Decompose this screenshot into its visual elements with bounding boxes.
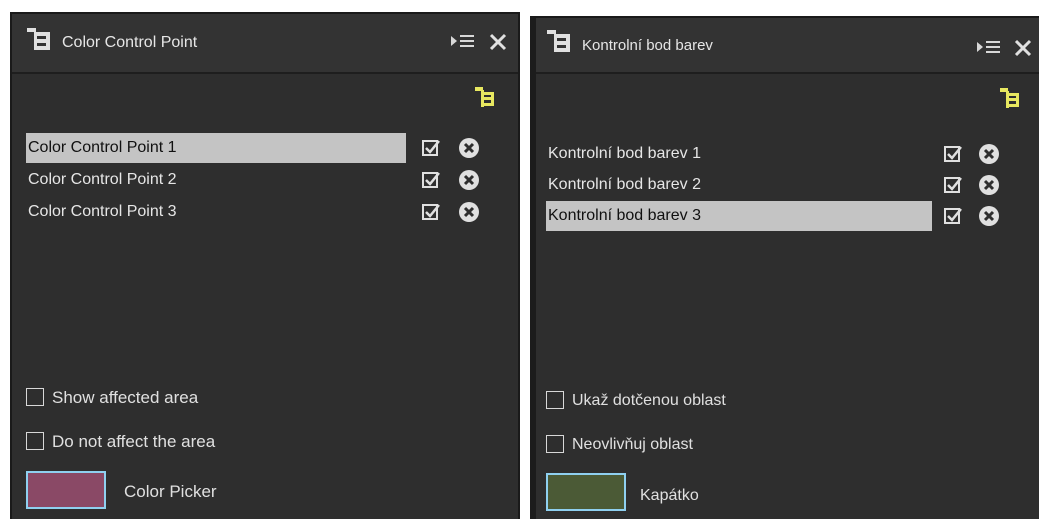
control-point-label[interactable]: Color Control Point 3 (26, 197, 406, 227)
control-point-label[interactable]: Kontrolní bod barev 2 (546, 170, 932, 200)
control-point-row[interactable]: Kontrolní bod barev 1 (546, 139, 1026, 169)
checkbox-checked-icon[interactable] (422, 203, 440, 221)
tree-panel-icon (27, 28, 50, 50)
do-not-affect-option[interactable]: Do not affect the area (26, 431, 326, 453)
color-picker-swatch[interactable] (26, 471, 106, 509)
checkbox-checked-icon[interactable] (422, 139, 440, 157)
delete-circle-icon[interactable] (458, 201, 480, 223)
checkbox-checked-icon[interactable] (944, 176, 962, 194)
color-picker-swatch[interactable] (546, 473, 626, 511)
control-point-row[interactable]: Kontrolní bod barev 3 (546, 201, 1026, 231)
delete-circle-icon[interactable] (458, 169, 480, 191)
show-affected-area-label: Ukaž dotčenou oblast (572, 392, 726, 409)
control-point-row[interactable]: Kontrolní bod barev 2 (546, 170, 1026, 200)
close-icon[interactable] (1012, 37, 1034, 59)
control-point-label[interactable]: Color Control Point 2 (26, 165, 406, 195)
control-point-row[interactable]: Color Control Point 3 (26, 197, 506, 227)
panel-titlebar: Kontrolní bod barev (536, 18, 1039, 74)
control-point-row[interactable]: Color Control Point 2 (26, 165, 506, 195)
panel-menu-icon[interactable] (450, 32, 476, 52)
control-point-label[interactable]: Kontrolní bod barev 1 (546, 139, 932, 169)
show-affected-area-option[interactable]: Show affected area (26, 387, 326, 409)
right-color-control-point-panel: Kontrolní bod barev Kontrolní bod barev … (530, 16, 1039, 519)
tree-panel-icon (547, 30, 570, 52)
color-picker-label: Kapátko (640, 487, 699, 504)
show-affected-area-option[interactable]: Ukaž dotčenou oblast (546, 390, 846, 412)
show-affected-area-checkbox[interactable] (26, 388, 44, 406)
do-not-affect-option[interactable]: Neovlivňuj oblast (546, 434, 846, 456)
delete-circle-icon[interactable] (978, 174, 1000, 196)
panel-menu-icon[interactable] (976, 38, 1002, 58)
checkbox-checked-icon[interactable] (944, 207, 962, 225)
show-affected-area-label: Show affected area (52, 388, 199, 407)
left-color-control-point-panel: Color Control Point Color Control Point … (10, 12, 520, 519)
do-not-affect-checkbox[interactable] (26, 432, 44, 450)
color-picker-label: Color Picker (124, 482, 217, 501)
control-point-row[interactable]: Color Control Point 1 (26, 133, 506, 163)
delete-circle-icon[interactable] (978, 143, 1000, 165)
add-control-point-icon[interactable] (999, 87, 1021, 109)
control-point-label[interactable]: Color Control Point 1 (26, 133, 406, 163)
do-not-affect-label: Neovlivňuj oblast (572, 436, 693, 453)
checkbox-checked-icon[interactable] (422, 171, 440, 189)
close-icon[interactable] (487, 31, 509, 53)
panel-title: Color Control Point (62, 34, 198, 51)
panel-title: Kontrolní bod barev (582, 37, 713, 54)
panel-titlebar: Color Control Point (12, 14, 518, 74)
show-affected-area-checkbox[interactable] (546, 391, 564, 409)
delete-circle-icon[interactable] (978, 205, 1000, 227)
checkbox-checked-icon[interactable] (944, 145, 962, 163)
add-control-point-icon[interactable] (474, 86, 496, 108)
control-point-label[interactable]: Kontrolní bod barev 3 (546, 201, 932, 231)
delete-circle-icon[interactable] (458, 137, 480, 159)
do-not-affect-checkbox[interactable] (546, 435, 564, 453)
do-not-affect-label: Do not affect the area (52, 432, 216, 451)
